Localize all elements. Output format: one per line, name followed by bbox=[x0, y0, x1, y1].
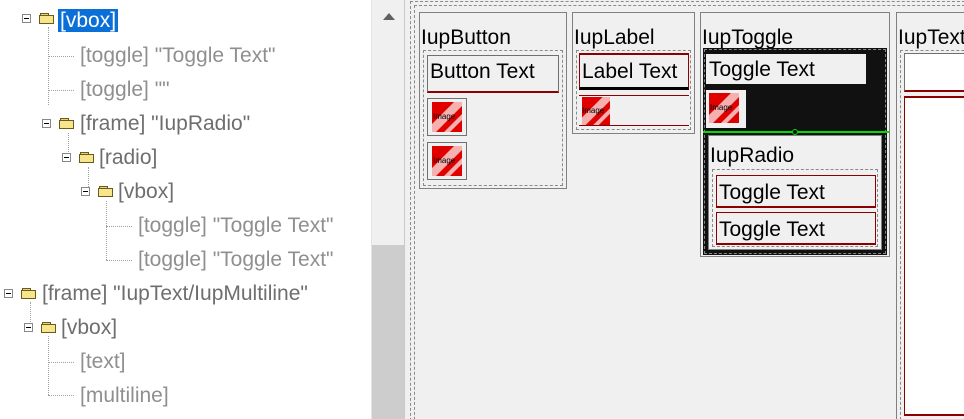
image-toggle[interactable]: Image bbox=[706, 90, 746, 128]
tree-node-toggle[interactable]: [toggle] "Toggle Text" bbox=[138, 211, 333, 241]
tree-connector bbox=[48, 362, 74, 363]
tree-connector bbox=[48, 27, 49, 105]
image-label-widget: Image bbox=[579, 95, 689, 126]
folder-icon bbox=[21, 288, 37, 299]
frame-iupradio[interactable]: IupRadio Toggle Text Toggle Text bbox=[708, 135, 882, 250]
tree-node-text[interactable]: [text] bbox=[80, 347, 126, 377]
tree-node-label: [text] bbox=[80, 350, 126, 373]
collapse-icon[interactable] bbox=[42, 119, 51, 128]
tree-node-frame-iupradio[interactable]: [frame] "IupRadio" bbox=[80, 109, 250, 139]
tree-node-label: [vbox] bbox=[58, 9, 119, 32]
collapse-icon[interactable] bbox=[62, 153, 71, 162]
frame-title: IupLabel bbox=[574, 26, 655, 49]
tree-node-radio[interactable]: [radio] bbox=[99, 143, 157, 173]
tree-connector bbox=[106, 260, 132, 261]
tree-node-label: [toggle] "Toggle Text" bbox=[138, 214, 334, 237]
tree-connector bbox=[48, 336, 49, 395]
hierarchy-tree[interactable]: [vbox] [toggle] "Toggle Text" [toggle] "… bbox=[0, 0, 371, 419]
tree-node-label: [toggle] "Toggle Text" bbox=[138, 248, 334, 271]
tree-node-toggle[interactable]: [toggle] "" bbox=[80, 75, 170, 105]
image-label: Image bbox=[433, 112, 456, 121]
frame-title: IupRadio bbox=[710, 144, 795, 167]
tree-connector bbox=[106, 226, 132, 227]
frame-title: IupToggle bbox=[702, 26, 794, 49]
tree-connector bbox=[106, 201, 107, 260]
folder-icon bbox=[39, 13, 55, 24]
image-label: Image bbox=[710, 103, 733, 112]
tree-node-label: [vbox] bbox=[61, 316, 118, 339]
frame-title: IupButton bbox=[421, 26, 511, 49]
tree-connector bbox=[48, 395, 74, 396]
tree-connector bbox=[48, 90, 74, 91]
layout-preview[interactable]: IupButton Button Text Image Image IupLab… bbox=[409, 0, 964, 419]
tree-node-vbox[interactable]: [vbox] bbox=[118, 177, 174, 207]
collapse-icon[interactable] bbox=[4, 289, 13, 298]
radio-toggle-1[interactable]: Toggle Text bbox=[716, 175, 876, 208]
folder-icon bbox=[79, 152, 95, 163]
tree-node-label: [radio] bbox=[99, 146, 158, 169]
folder-icon bbox=[41, 322, 57, 333]
text-field[interactable] bbox=[904, 53, 964, 92]
collapse-icon[interactable] bbox=[24, 323, 33, 332]
tree-node-vbox[interactable]: [vbox] bbox=[61, 313, 117, 343]
image-button-1[interactable]: Image bbox=[427, 98, 467, 136]
image-button-2[interactable]: Image bbox=[427, 142, 467, 180]
toggle-text-toggle[interactable]: Toggle Text bbox=[706, 54, 866, 84]
image-label: Image bbox=[582, 106, 605, 115]
folder-icon bbox=[59, 118, 75, 129]
radio-toggle-2[interactable]: Toggle Text bbox=[716, 212, 876, 245]
label-text: Label Text bbox=[579, 53, 689, 90]
tree-connector bbox=[48, 56, 74, 57]
folder-icon bbox=[98, 186, 114, 197]
frame-iuptext[interactable]: IupText/IupMultiline bbox=[896, 12, 964, 419]
tree-node-label: [vbox] bbox=[118, 180, 175, 203]
tree-node-label: [toggle] "" bbox=[80, 78, 170, 101]
frame-iuplabel[interactable]: IupLabel Label Text Image bbox=[572, 12, 695, 134]
button-text-button[interactable]: Button Text bbox=[427, 55, 559, 93]
tree-node-label: [multiline] bbox=[80, 384, 169, 407]
tree-node-label: [frame] "IupText/IupMultiline" bbox=[42, 282, 308, 305]
frame-title: IupText/IupMultiline bbox=[898, 26, 964, 49]
collapse-icon[interactable] bbox=[22, 14, 31, 23]
tree-scrollbar[interactable] bbox=[371, 0, 405, 419]
tree-node-toggle[interactable]: [toggle] "Toggle Text" bbox=[138, 245, 333, 275]
frame-iuptoggle[interactable]: IupToggle Toggle Text Image IupRadio Tog… bbox=[700, 12, 890, 257]
tree-node-frame-iuptext[interactable]: [frame] "IupText/IupMultiline" bbox=[42, 279, 308, 309]
frame-iupbutton[interactable]: IupButton Button Text Image Image bbox=[419, 12, 567, 189]
scrollbar-thumb[interactable] bbox=[372, 245, 405, 419]
image-label: Image bbox=[433, 156, 456, 165]
tree-node-label: [frame] "IupRadio" bbox=[80, 112, 251, 135]
tree-node-multiline[interactable]: [multiline] bbox=[80, 381, 169, 411]
collapse-icon[interactable] bbox=[81, 187, 90, 196]
tree-node-vbox-root[interactable]: [vbox] bbox=[58, 6, 119, 36]
tree-node-label: [toggle] "Toggle Text" bbox=[80, 44, 276, 67]
scroll-up-arrow-icon[interactable] bbox=[383, 13, 395, 20]
multiline-field[interactable] bbox=[904, 96, 964, 416]
tree-node-toggle[interactable]: [toggle] "Toggle Text" bbox=[80, 41, 275, 71]
